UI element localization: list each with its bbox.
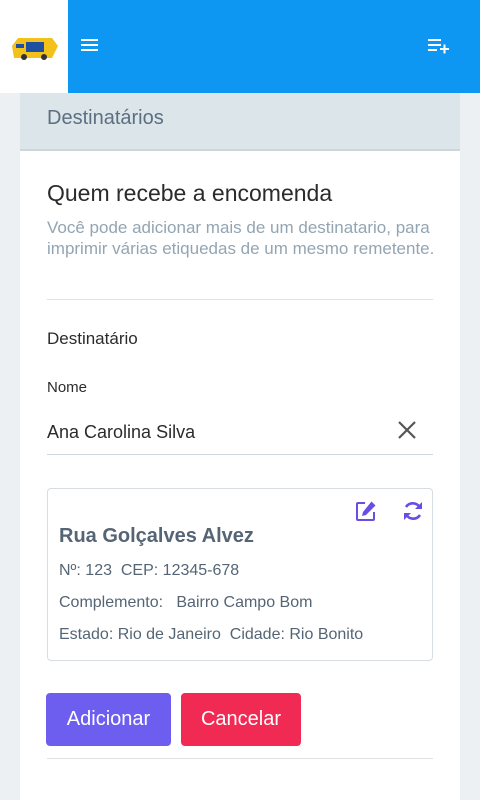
edit-icon[interactable] — [354, 499, 378, 523]
hamburger-menu-icon[interactable] — [78, 33, 102, 57]
divider — [47, 758, 433, 759]
divider — [47, 299, 433, 300]
logo[interactable] — [0, 0, 68, 93]
name-input[interactable] — [47, 411, 433, 455]
close-icon[interactable] — [394, 417, 420, 443]
card-header: Destinatários — [20, 93, 460, 151]
cancel-button[interactable]: Cancelar — [181, 693, 301, 746]
address-state-city: Estado: Rio de Janeiro Cidade: Rio Bonit… — [59, 626, 364, 643]
refresh-icon[interactable] — [401, 499, 425, 523]
address-complement: Complemento: Bairro Campo Bom — [59, 594, 313, 611]
recipients-card: Destinatários Quem recebe a encomenda Vo… — [20, 93, 460, 800]
section-description: Você pode adicionar mais de um destinata… — [47, 218, 435, 258]
name-label: Nome — [47, 379, 88, 396]
card-header-title: Destinatários — [47, 107, 164, 129]
truck-logo-icon — [12, 38, 58, 60]
address-street: Rua Golçalves Alvez — [59, 525, 254, 547]
recipient-section-label: Destinatário — [47, 329, 138, 348]
top-app-bar — [0, 0, 480, 93]
add-button[interactable]: Adicionar — [46, 693, 171, 746]
address-number-cep: Nº: 123 CEP: 12345-678 — [59, 562, 240, 579]
section-title: Quem recebe a encomenda — [47, 180, 333, 206]
playlist-add-icon[interactable] — [426, 34, 450, 58]
address-card: Rua Golçalves Alvez Nº: 123 CEP: 12345-6… — [47, 488, 433, 661]
